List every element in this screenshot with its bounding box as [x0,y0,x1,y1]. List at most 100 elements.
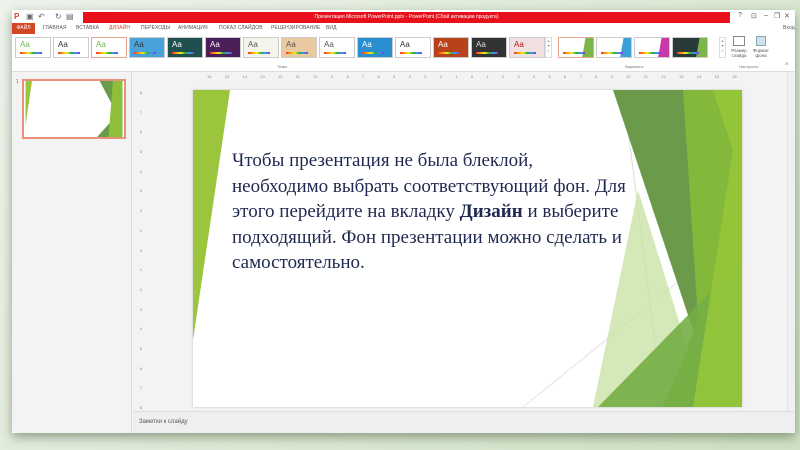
ruler-tick-label: 11 [643,73,648,79]
theme-color-bar [172,52,194,54]
slide-size-button[interactable]: Размер слайда [728,36,750,58]
ruler-tick-label: 15 [224,73,230,79]
theme-label: Aa [362,40,372,49]
ruler-tick-label: 6 [377,73,380,79]
thumbnail-graphic [25,81,123,137]
restore-button[interactable]: ❐ [774,12,780,20]
theme-color-bar [324,52,346,54]
theme-color-bar [96,52,118,54]
tab-home[interactable]: ГЛАВНАЯ [43,25,67,31]
tab-animation[interactable]: АНИМАЦИЯ [178,25,208,31]
theme-color-bar [362,52,384,54]
ruler-tick-label: 10 [313,73,318,79]
ruler-tick-label: 14 [242,73,247,79]
tab-slideshow[interactable]: ПОКАЗ СЛАЙДОВ [219,25,263,31]
format-background-label: Формат фона [753,48,769,58]
theme-label: Aa [134,40,144,49]
variant-thumbnail[interactable] [596,37,632,58]
ruler-tick-label: 8 [346,73,349,79]
vertical-ruler: 8 7 6 5 4 3 2 1 0 1 2 3 4 5 6 7 8 [138,90,144,410]
tab-review[interactable]: РЕЦЕНЗИРОВАНИЕ [271,25,321,31]
theme-label: Aa [286,40,296,49]
themes-scroll-arrows[interactable]: ▴ ▾ ≡ [545,37,552,58]
ruler-tick-label: 3 [424,73,427,79]
tab-transitions[interactable]: ПЕРЕХОДЫ [141,25,170,31]
theme-thumbnail[interactable]: Aa [509,37,545,58]
variant-color-bar [601,52,623,54]
left-green-band [193,90,230,340]
ruler-tick-label: 3 [139,188,143,194]
theme-thumbnail[interactable]: Aa [167,37,203,58]
theme-label: Aa [96,40,106,49]
variants-group-label: Варианты [625,64,644,69]
theme-thumbnail[interactable]: Aa [319,37,355,58]
format-background-button[interactable]: Формат фона [752,36,770,58]
theme-thumbnail[interactable]: Aa [53,37,89,58]
save-icon[interactable]: ▣ [26,12,34,21]
variant-thumbnail[interactable] [558,37,594,58]
ruler-tick-label: 11 [295,73,300,79]
vertical-scrollbar[interactable] [787,72,795,411]
slide-size-icon [733,36,745,46]
tab-view[interactable]: ВИД [326,25,337,31]
theme-thumbnail[interactable]: Aa [281,37,317,58]
ruler-tick-label: 7 [362,73,365,79]
ruler-tick-label: 1 [455,73,458,79]
theme-thumbnail[interactable]: Aa [243,37,279,58]
powerpoint-logo-icon: P [14,12,20,21]
help-button[interactable]: ? [738,12,742,19]
theme-label: Aa [400,40,410,49]
theme-label: Aa [476,40,486,49]
ruler-tick-label: 5 [548,73,551,79]
ribbon: Aa Aa Aa Aa Aa Aa Aa Aa Aa Aa Aa Aa Aa Aa ▴ ▾ ≡ Темы ▴ ▾… [12,34,795,72]
theme-thumbnail[interactable]: Aa [129,37,165,58]
ruler-tick-label: 9 [610,73,613,79]
theme-label: Aa [324,40,334,49]
tab-file[interactable]: ФАЙЛ [12,23,35,34]
theme-thumbnail[interactable]: Aa [357,37,393,58]
theme-thumbnail[interactable]: Aa [15,37,51,58]
redo-icon[interactable]: ↻ [55,12,62,21]
close-button[interactable]: ✕ [784,12,790,20]
theme-label: Aa [210,40,220,49]
ruler-tick-label: 13 [679,73,684,79]
ruler-tick-label: 4 [139,168,143,174]
ruler-tick-label: 8 [139,405,143,410]
ruler-tick-label: 12 [661,73,666,79]
ruler-tick-label: 13 [260,73,265,79]
tab-design[interactable]: ДИЗАЙН [109,25,130,31]
sign-in-link[interactable]: Вход [783,25,795,31]
theme-thumbnail[interactable]: Aa [395,37,431,58]
ruler-tick-label: 8 [594,73,598,79]
variant-thumbnail[interactable] [672,37,708,58]
variant-color-bar [677,52,699,54]
ruler-tick-label: 2 [139,208,143,214]
theme-thumbnail[interactable]: Aa [471,37,507,58]
theme-label: Aa [514,40,524,49]
theme-thumbnail[interactable]: Aa [91,37,127,58]
variant-thumbnail[interactable] [634,37,670,58]
ribbon-display-icon[interactable]: ⊡ [751,12,757,20]
ruler-tick-label: 5 [139,345,143,351]
theme-label: Aa [438,40,448,49]
slide-canvas[interactable]: Чтобы презентация не была блеклой, необх… [193,90,742,407]
start-slideshow-icon[interactable]: ▤ [66,12,74,21]
variants-scroll-arrows[interactable]: ▴ ▾ ≡ [719,37,726,58]
theme-thumbnail[interactable]: Aa [205,37,241,58]
slide-thumbnails-pane: 1 [12,72,132,433]
tab-insert[interactable]: ВСТАВКА [76,25,99,31]
theme-color-bar [476,52,498,54]
slide-text-box[interactable]: Чтобы презентация не была блеклой, необх… [232,148,632,276]
undo-icon[interactable]: ↶ [38,12,45,21]
theme-color-bar [20,52,42,54]
ruler-tick-label: 6 [139,365,143,371]
notes-pane[interactable]: Заметки к слайду [133,411,795,433]
ruler-tick-label: 16 [207,73,212,79]
theme-color-bar [248,52,270,54]
slide-thumbnail[interactable] [22,79,126,139]
theme-thumbnail[interactable]: Aa [433,37,469,58]
ruler-tick-label: 5 [393,73,396,79]
theme-color-bar [134,52,156,54]
collapse-ribbon-icon[interactable]: ˄ [785,62,789,68]
minimize-button[interactable]: – [764,12,768,19]
